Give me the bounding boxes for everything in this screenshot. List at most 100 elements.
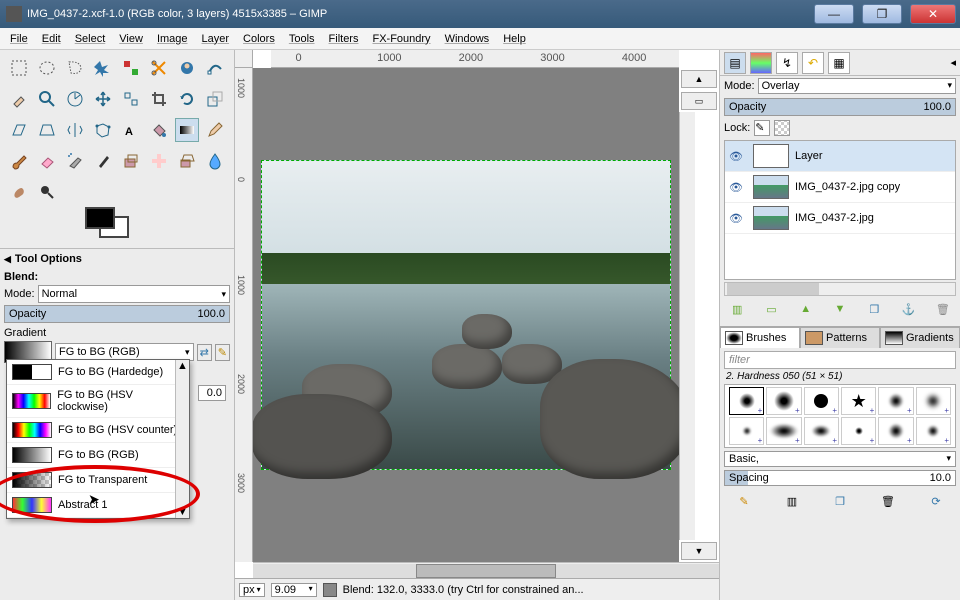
tool-by-color[interactable]: [119, 56, 143, 80]
new-group-icon[interactable]: ▭: [760, 300, 782, 318]
gradient-offset-value[interactable]: 0.0: [198, 385, 226, 401]
zoom-select[interactable]: 9.09: [271, 583, 317, 597]
tool-ellipse-select[interactable]: [35, 56, 59, 80]
tool-scissors[interactable]: [147, 56, 171, 80]
gradient-option[interactable]: FG to Transparent: [7, 468, 189, 493]
tool-blend[interactable]: [175, 118, 199, 142]
brush-item[interactable]: [804, 417, 839, 445]
brush-item[interactable]: ★: [841, 387, 876, 415]
horizontal-scrollbar[interactable]: [253, 562, 719, 578]
tool-rotate[interactable]: [175, 87, 199, 111]
layer-row[interactable]: 👁IMG_0437-2.jpg copy: [725, 172, 955, 203]
duplicate-brush-icon[interactable]: ❐: [829, 492, 851, 510]
tool-perspective-clone[interactable]: [175, 149, 199, 173]
brush-item[interactable]: [729, 417, 764, 445]
tool-cage[interactable]: [91, 118, 115, 142]
edit-brush-icon[interactable]: ✎: [733, 492, 755, 510]
gradient-option[interactable]: FG to BG (HSV clockwise): [7, 385, 189, 418]
canvas[interactable]: [253, 68, 679, 562]
visibility-icon[interactable]: 👁: [729, 212, 747, 225]
brush-filter-input[interactable]: filter: [724, 351, 956, 369]
tool-scale[interactable]: [203, 87, 227, 111]
layer-mode-select[interactable]: Overlay: [758, 78, 956, 94]
tool-bucket[interactable]: [147, 118, 171, 142]
nav-down-icon[interactable]: ▼: [681, 542, 717, 560]
new-layer-icon[interactable]: ▥: [726, 300, 748, 318]
channels-tab-icon[interactable]: [750, 52, 772, 74]
undo-tab-icon[interactable]: ↶: [802, 52, 824, 74]
menu-layer[interactable]: Layer: [196, 31, 236, 47]
tool-perspective[interactable]: [35, 118, 59, 142]
menu-tools[interactable]: Tools: [283, 31, 321, 47]
brush-item[interactable]: [916, 387, 951, 415]
tool-airbrush[interactable]: [63, 149, 87, 173]
brush-item[interactable]: [766, 417, 801, 445]
lock-pixels-icon[interactable]: ✎: [754, 120, 770, 136]
brush-item[interactable]: [878, 417, 913, 445]
tool-move[interactable]: [91, 87, 115, 111]
raise-layer-icon[interactable]: ▲: [795, 300, 817, 318]
tab-patterns[interactable]: Patterns: [800, 327, 880, 348]
minimize-button[interactable]: —: [814, 4, 854, 24]
layer-row[interactable]: 👁IMG_0437-2.jpg: [725, 203, 955, 234]
fg-color[interactable]: [85, 207, 115, 229]
brush-item[interactable]: [841, 417, 876, 445]
menu-fxfoundry[interactable]: FX-Foundry: [366, 31, 436, 47]
tab-gradients[interactable]: Gradients: [880, 327, 960, 348]
tool-ink[interactable]: [91, 149, 115, 173]
brush-item[interactable]: [766, 387, 801, 415]
tool-clone[interactable]: [119, 149, 143, 173]
brush-item[interactable]: [916, 417, 951, 445]
brush-item[interactable]: [804, 387, 839, 415]
maximize-button[interactable]: ❐: [862, 4, 902, 24]
tool-fuzzy-select[interactable]: [91, 56, 115, 80]
menu-edit[interactable]: Edit: [36, 31, 67, 47]
new-brush-icon[interactable]: ▥: [781, 492, 803, 510]
tool-free-select[interactable]: [63, 56, 87, 80]
tool-paths[interactable]: [203, 56, 227, 80]
tool-foreground-select[interactable]: [175, 56, 199, 80]
layers-tab-icon[interactable]: ▤: [724, 52, 746, 74]
visibility-icon[interactable]: 👁: [729, 181, 747, 194]
brush-preset-select[interactable]: Basic,: [724, 451, 956, 467]
unit-select[interactable]: px: [239, 583, 265, 597]
tool-pencil[interactable]: [203, 118, 227, 142]
tool-flip[interactable]: [63, 118, 87, 142]
tab-brushes[interactable]: Brushes: [720, 327, 800, 348]
tool-blur[interactable]: [203, 149, 227, 173]
menu-file[interactable]: File: [4, 31, 34, 47]
nav-up-icon[interactable]: ▲: [681, 70, 717, 88]
menu-colors[interactable]: Colors: [237, 31, 281, 47]
layers-hscroll[interactable]: [724, 282, 956, 296]
tool-measure[interactable]: [63, 87, 87, 111]
duplicate-layer-icon[interactable]: ❐: [863, 300, 885, 318]
paths-tab-icon[interactable]: ↯: [776, 52, 798, 74]
tool-paintbrush[interactable]: [7, 149, 31, 173]
tool-align[interactable]: [119, 87, 143, 111]
reverse-icon[interactable]: ⇄: [197, 344, 212, 361]
menu-select[interactable]: Select: [69, 31, 112, 47]
brush-spacing-slider[interactable]: Spacing10.0: [724, 470, 956, 486]
refresh-brush-icon[interactable]: ⟳: [925, 492, 947, 510]
delete-brush-icon[interactable]: 🗑: [877, 492, 899, 510]
gradient-option[interactable]: FG to BG (RGB): [7, 443, 189, 468]
menu-help[interactable]: Help: [497, 31, 532, 47]
tool-zoom[interactable]: [35, 87, 59, 111]
close-button[interactable]: ✕: [910, 4, 956, 24]
menu-view[interactable]: View: [113, 31, 149, 47]
brush-item[interactable]: [878, 387, 913, 415]
edit-gradient-icon[interactable]: ✎: [215, 344, 230, 361]
tool-smudge[interactable]: [7, 180, 31, 204]
menu-windows[interactable]: Windows: [439, 31, 496, 47]
color-swatches[interactable]: [0, 208, 234, 248]
visibility-icon[interactable]: 👁: [729, 150, 747, 163]
lock-alpha-icon[interactable]: [774, 120, 790, 136]
anchor-layer-icon[interactable]: ⚓: [898, 300, 920, 318]
tool-rect-select[interactable]: [7, 56, 31, 80]
layer-opacity-slider[interactable]: Opacity100.0: [724, 98, 956, 116]
dock-menu-icon[interactable]: ◂: [950, 56, 956, 69]
tool-dodge[interactable]: [35, 180, 59, 204]
menu-filters[interactable]: Filters: [323, 31, 365, 47]
tool-shear[interactable]: [7, 118, 31, 142]
lower-layer-icon[interactable]: ▼: [829, 300, 851, 318]
